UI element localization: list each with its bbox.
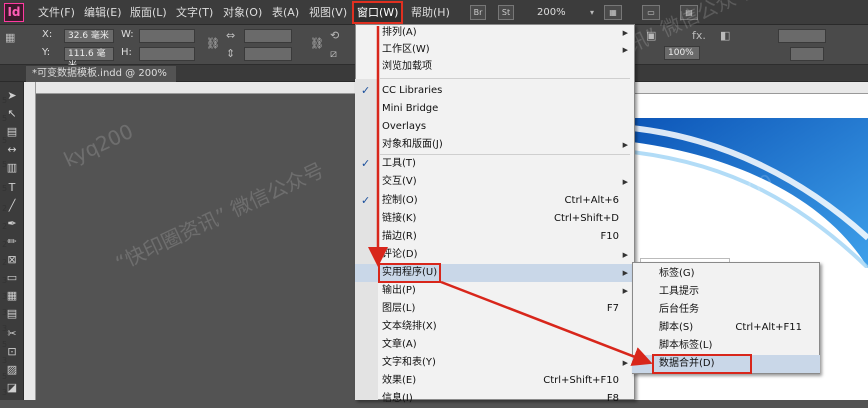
annotation-arrows bbox=[368, 26, 653, 366]
